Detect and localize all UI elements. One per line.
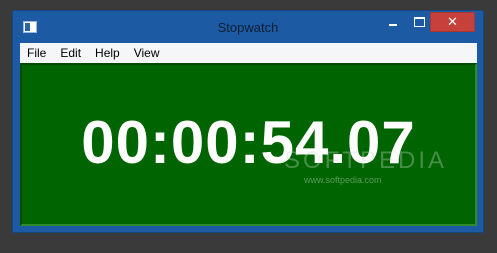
minimize-icon [389, 24, 397, 26]
stopwatch-window: Stopwatch ✕ File Edit Help View 00:00:54… [12, 10, 484, 233]
softpedia-watermark-url: www.softpedia.com [304, 175, 382, 185]
menu-help[interactable]: Help [88, 43, 127, 63]
maximize-icon [413, 17, 425, 27]
menu-view[interactable]: View [127, 43, 167, 63]
menu-file[interactable]: File [20, 43, 53, 63]
close-icon: ✕ [447, 14, 458, 30]
title-bar[interactable]: Stopwatch ✕ [13, 11, 483, 43]
minimize-button[interactable] [380, 12, 406, 32]
menu-edit[interactable]: Edit [53, 43, 88, 63]
window-bottom-border [13, 226, 483, 232]
softpedia-watermark: SOFTPEDIA [284, 147, 448, 174]
close-button[interactable]: ✕ [430, 12, 475, 32]
time-display-panel: 00:00:54.07 SOFTPEDIA www.softpedia.com [20, 63, 477, 226]
menu-bar: File Edit Help View [20, 43, 477, 63]
maximize-button[interactable] [406, 12, 432, 32]
